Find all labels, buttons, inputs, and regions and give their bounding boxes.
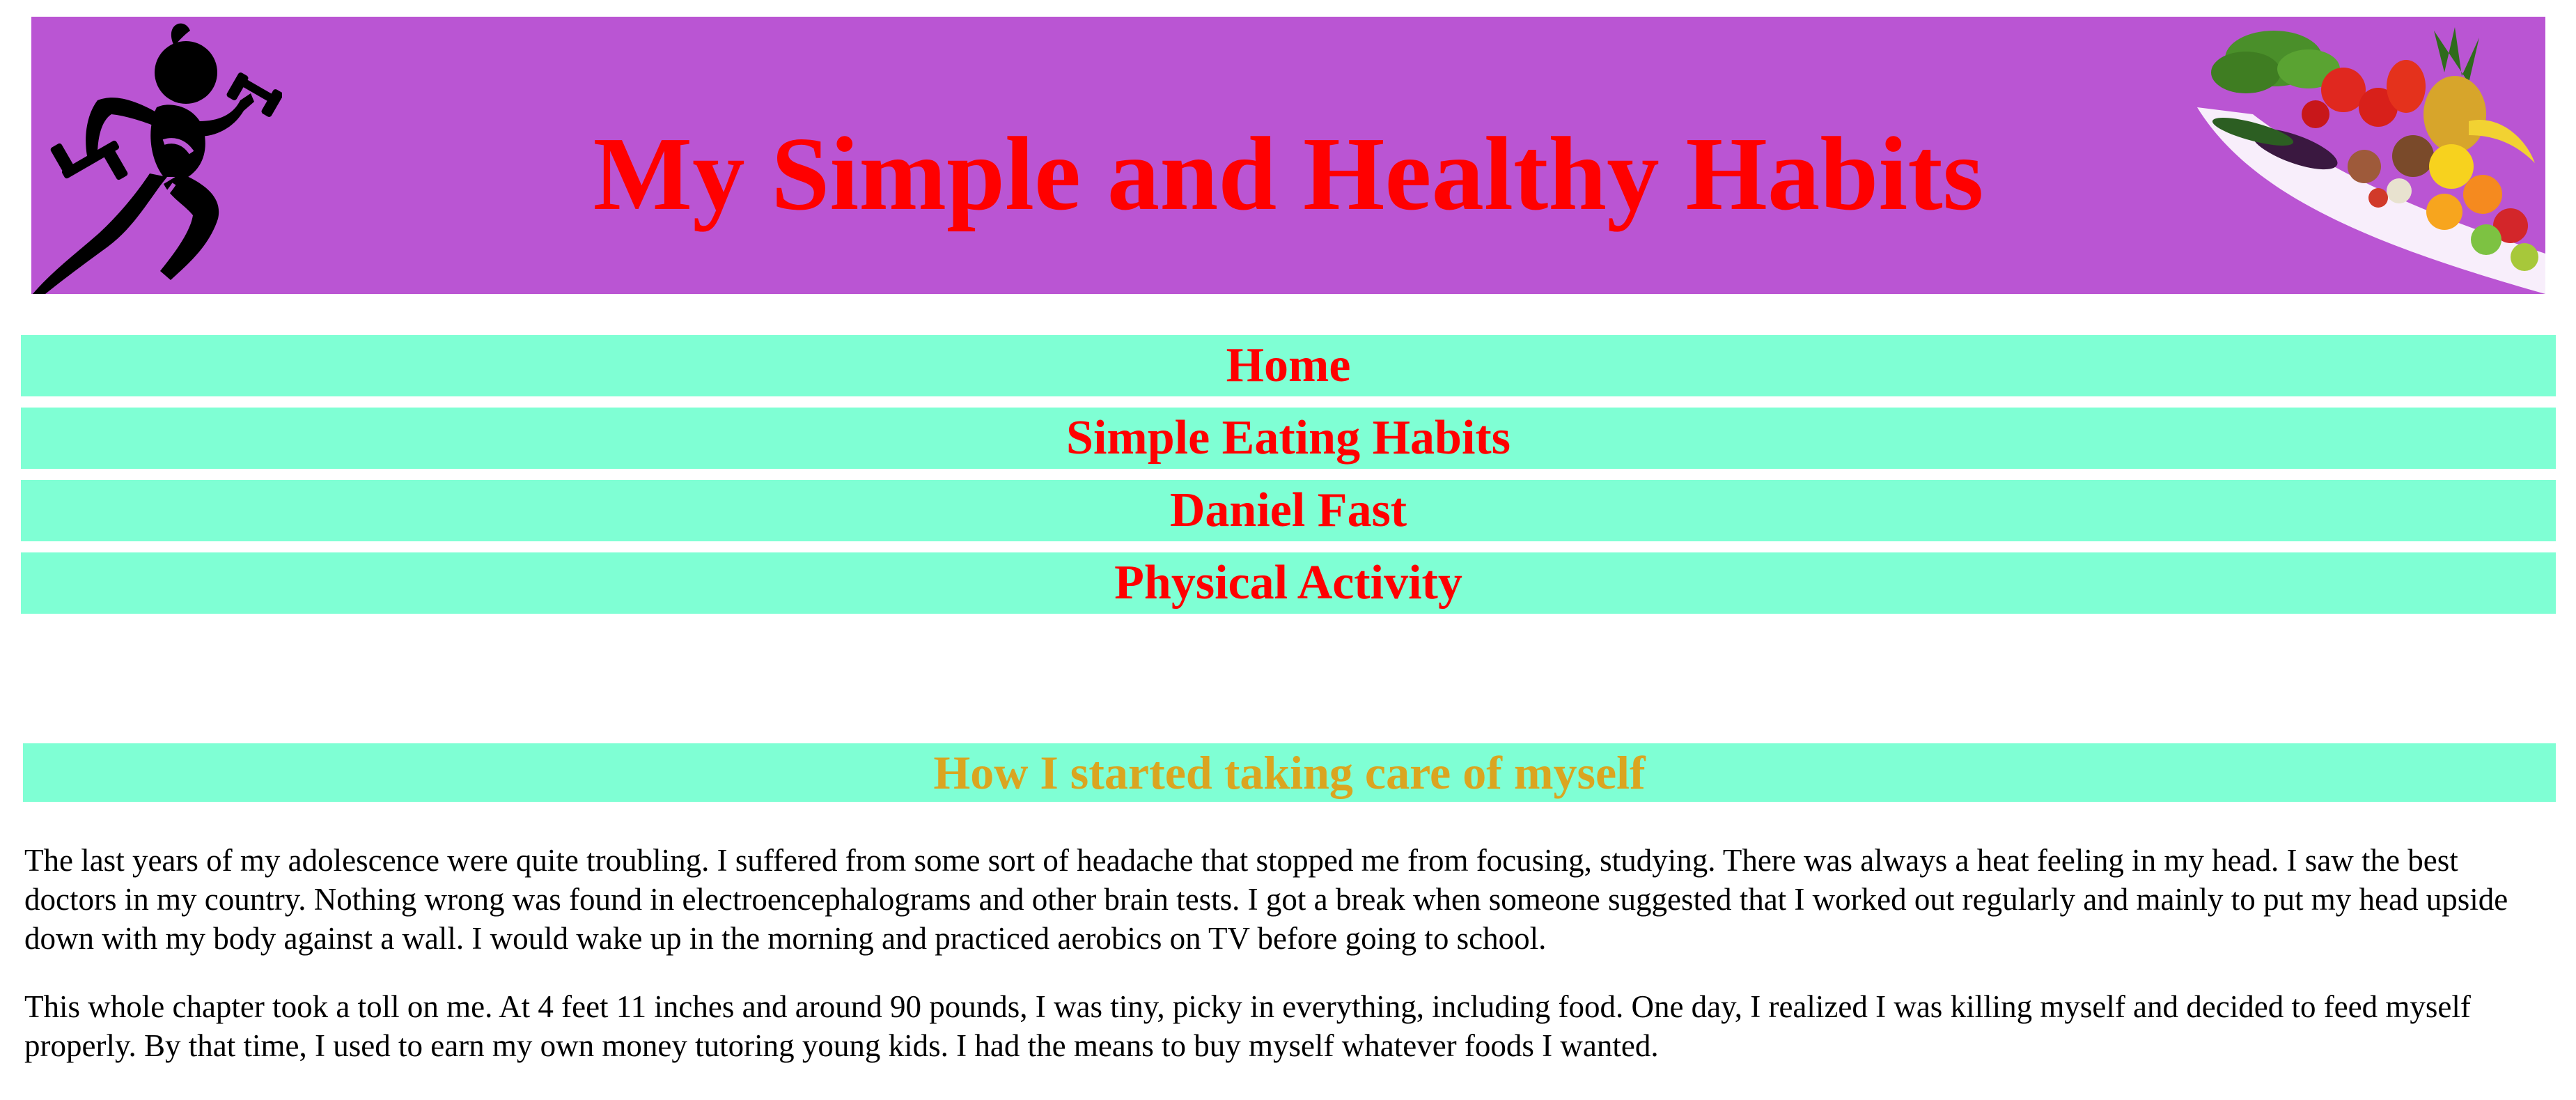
paragraph: This whole chapter took a toll on me. At…: [24, 989, 2471, 1063]
nav-item-daniel-fast[interactable]: Daniel Fast: [21, 480, 2556, 541]
paragraph: The last years of my adolescence were qu…: [24, 843, 2508, 956]
nav-item-home[interactable]: Home: [21, 335, 2556, 396]
article-body: The last years of my adolescence were qu…: [24, 841, 2549, 1094]
nav-item-simple-eating-habits[interactable]: Simple Eating Habits: [21, 408, 2556, 469]
site-title: My Simple and Healthy Habits: [593, 115, 1984, 232]
main-navigation: Home Simple Eating Habits Daniel Fast Ph…: [21, 335, 2556, 625]
section-heading: How I started taking care of myself: [23, 743, 2556, 802]
site-header: My Simple and Healthy Habits: [31, 17, 2545, 294]
nav-item-physical-activity[interactable]: Physical Activity: [21, 552, 2556, 614]
